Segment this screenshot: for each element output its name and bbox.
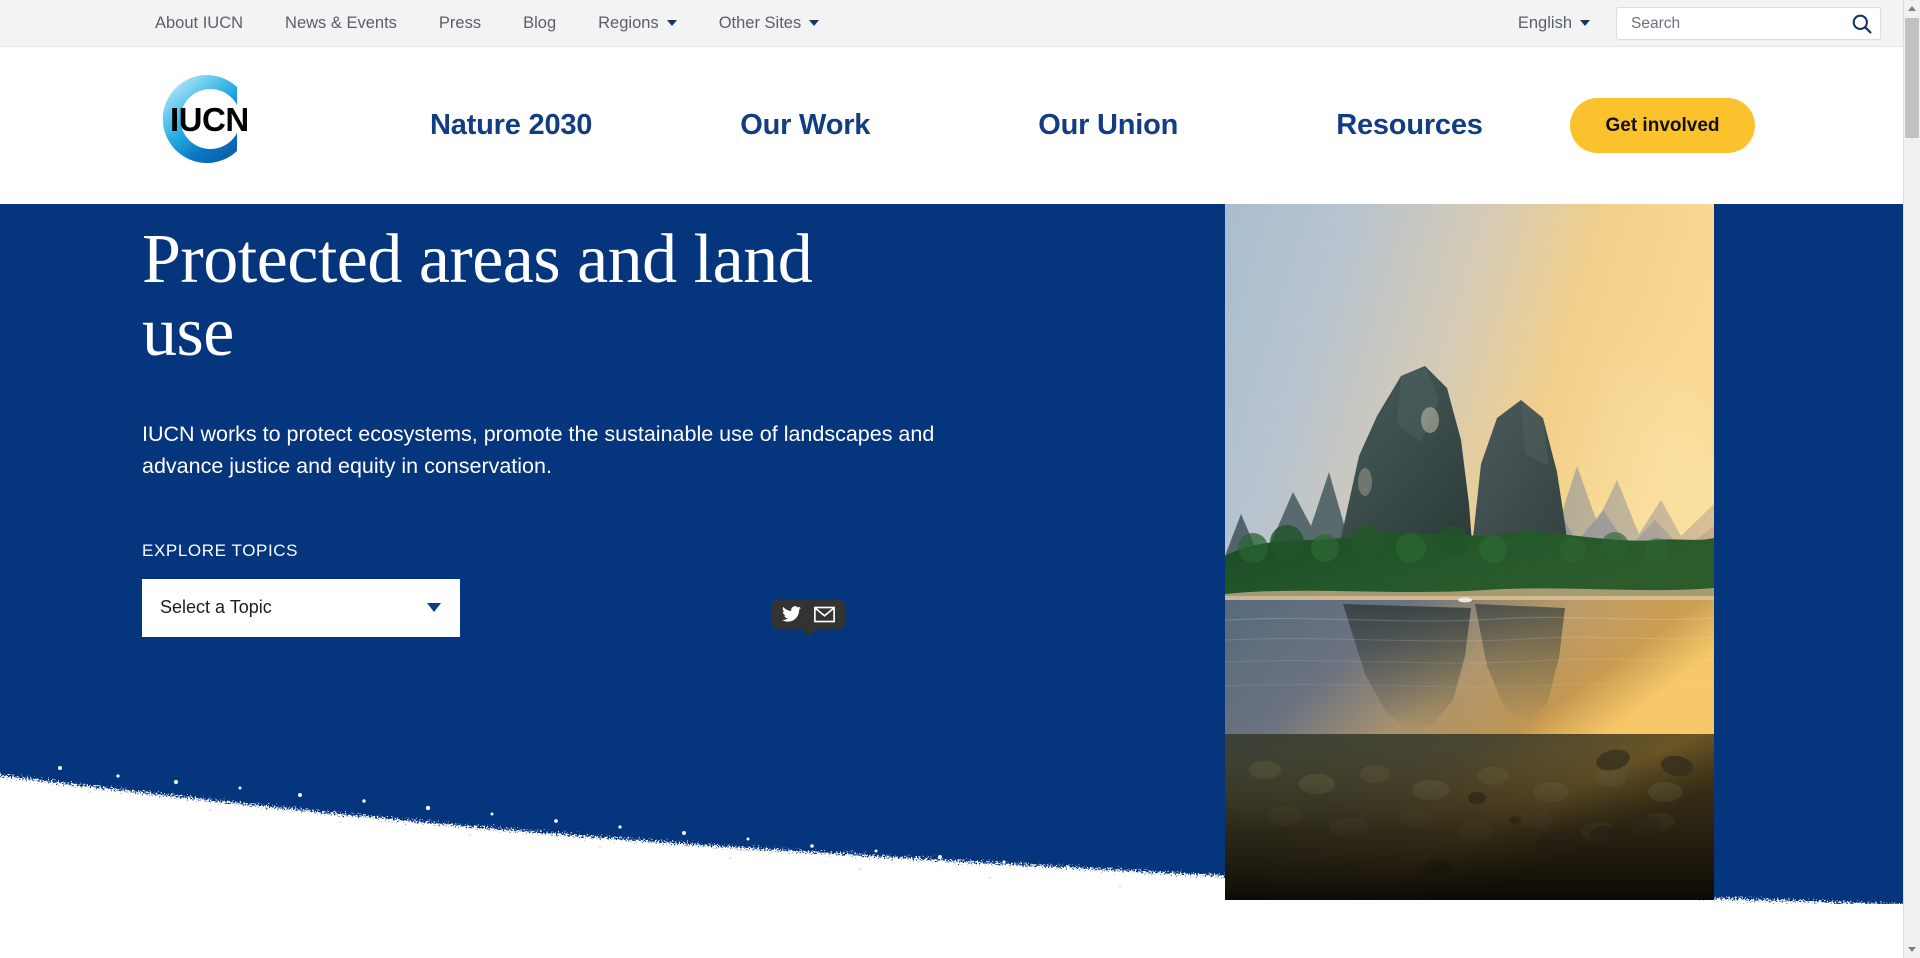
utility-bar: About IUCN News & Events Press Blog Regi… bbox=[0, 0, 1903, 47]
search-box[interactable]: Search bbox=[1616, 7, 1881, 40]
iucn-logo[interactable]: IUCN bbox=[142, 61, 258, 177]
search-icon[interactable] bbox=[1844, 8, 1880, 39]
page-scrollbar[interactable] bbox=[1903, 0, 1920, 958]
utility-link-blog[interactable]: Blog bbox=[502, 15, 577, 32]
utility-link-regions-label: Regions bbox=[598, 13, 659, 32]
scrollbar-up-arrow[interactable] bbox=[1904, 0, 1920, 17]
get-involved-button[interactable]: Get involved bbox=[1570, 98, 1755, 153]
utility-link-news-events[interactable]: News & Events bbox=[264, 15, 418, 32]
main-header: IUCN Nature 2030 Our Work Our Union Reso… bbox=[0, 47, 1903, 204]
hero-image bbox=[1225, 204, 1714, 900]
chevron-down-icon bbox=[666, 19, 677, 26]
email-icon[interactable] bbox=[814, 606, 835, 623]
share-bubble bbox=[772, 600, 845, 637]
language-selector-label: English bbox=[1517, 14, 1572, 32]
main-nav: Nature 2030 Our Work Our Union Resources bbox=[430, 47, 1483, 204]
search-input[interactable]: Search bbox=[1617, 15, 1844, 33]
page-title: Protected areas and land use bbox=[142, 221, 813, 371]
language-selector[interactable]: English bbox=[1518, 14, 1590, 33]
nav-item-nature-2030[interactable]: Nature 2030 bbox=[430, 109, 592, 142]
explore-topics-label: EXPLORE TOPICS bbox=[142, 540, 299, 560]
nav-item-our-work[interactable]: Our Work bbox=[740, 109, 870, 142]
hero-description: IUCN works to protect ecosystems, promot… bbox=[142, 421, 935, 479]
chevron-down-icon bbox=[1580, 20, 1590, 26]
utility-link-about-iucn[interactable]: About IUCN bbox=[155, 15, 264, 32]
topic-select[interactable]: Select a Topic bbox=[142, 578, 460, 637]
utility-link-other-sites-label: Other Sites bbox=[718, 13, 802, 32]
twitter-icon[interactable] bbox=[782, 606, 801, 623]
page-bottom-area bbox=[0, 904, 1903, 958]
topic-select-value: Select a Topic bbox=[160, 597, 272, 618]
scrollbar-down-arrow[interactable] bbox=[1904, 941, 1920, 958]
triangle-up-icon bbox=[1908, 6, 1916, 11]
hero-section: Protected areas and land use IUCN works … bbox=[0, 204, 1903, 958]
svg-text:IUCN: IUCN bbox=[170, 101, 249, 138]
triangle-down-icon bbox=[1908, 947, 1916, 952]
nav-item-resources[interactable]: Resources bbox=[1336, 109, 1483, 142]
hero-content: Protected areas and land use IUCN works … bbox=[142, 221, 982, 637]
chevron-down-icon bbox=[427, 603, 441, 613]
scrollbar-thumb[interactable] bbox=[1905, 18, 1919, 138]
utility-link-press[interactable]: Press bbox=[418, 15, 502, 32]
utility-bar-right: English Search bbox=[1518, 0, 1903, 47]
utility-nav: About IUCN News & Events Press Blog Regi… bbox=[155, 15, 840, 32]
utility-link-other-sites[interactable]: Other Sites bbox=[698, 15, 841, 32]
chevron-down-icon bbox=[809, 19, 820, 26]
nav-item-our-union[interactable]: Our Union bbox=[1038, 109, 1178, 142]
utility-link-regions[interactable]: Regions bbox=[577, 15, 698, 32]
